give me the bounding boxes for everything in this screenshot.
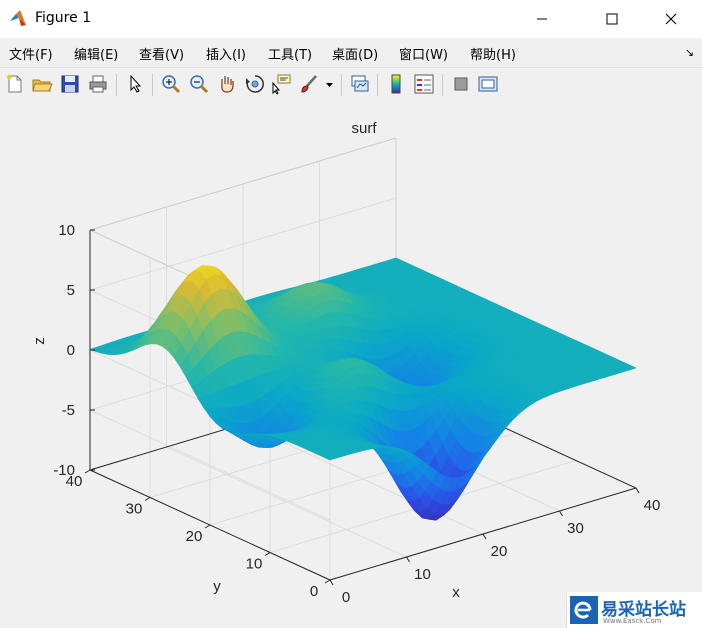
zoom-out-icon[interactable] (188, 73, 210, 95)
x-tick-label: 40 (644, 497, 661, 514)
menu-view[interactable]: 查看(V) (139, 44, 184, 63)
z-tick-label: -5 (62, 402, 75, 419)
maximize-button[interactable] (589, 0, 635, 38)
menu-desktop[interactable]: 桌面(D) (332, 44, 378, 63)
z-axis-label: z (31, 337, 48, 345)
y-tick-label: 20 (186, 528, 203, 545)
data-cursor-icon[interactable] (270, 73, 292, 95)
matlab-logo-icon (10, 10, 26, 26)
toolbar-separator (377, 74, 378, 96)
minimize-button[interactable] (519, 0, 565, 38)
pointer-icon[interactable] (124, 73, 146, 95)
menu-insert[interactable]: 插入(I) (206, 44, 246, 63)
y-tick-label: 0 (310, 583, 318, 600)
rotate-3d-icon[interactable] (244, 73, 266, 95)
x-tick (482, 533, 487, 540)
toolbar-separator (341, 74, 342, 96)
e-logo-icon (570, 596, 598, 624)
surface-mesh (89, 257, 637, 521)
brush-dropdown-icon[interactable] (325, 82, 334, 88)
y-tick-label: 10 (246, 556, 263, 573)
x-tick-label: 10 (414, 566, 431, 583)
menu-bar: 文件(F) 编辑(E) 查看(V) 插入(I) 工具(T) 桌面(D) 窗口(W… (0, 38, 702, 67)
hide-plot-tools-icon[interactable] (450, 73, 472, 95)
minimize-icon (537, 18, 547, 20)
x-tick (329, 579, 334, 586)
y-axis-label: y (213, 578, 221, 595)
chart-title: surf (351, 120, 377, 137)
new-figure-icon[interactable] (4, 73, 26, 95)
colorbar-icon[interactable] (385, 73, 407, 95)
menu-edit[interactable]: 编辑(E) (74, 44, 118, 63)
window-title: Figure 1 (35, 10, 92, 26)
menu-tools[interactable]: 工具(T) (268, 44, 312, 63)
save-icon[interactable] (59, 73, 81, 95)
open-icon[interactable] (31, 73, 53, 95)
y-tick (324, 579, 331, 584)
x-tick-label: 20 (491, 543, 508, 560)
toolbar-separator (442, 74, 443, 96)
z-tick-label: 10 (58, 222, 75, 239)
dock-arrow-icon[interactable]: ↘ (685, 46, 694, 59)
maximize-icon (606, 13, 618, 25)
watermark: 易采站长站 Www.Easck.Com (566, 592, 702, 628)
y-tick (264, 552, 271, 556)
figure-canvas: 0 10 20 30 40 0 10 20 30 40 -10 -5 0 5 10 surf x y z 易… (0, 102, 702, 628)
print-icon[interactable] (87, 73, 109, 95)
x-tick (559, 510, 563, 517)
y-tick (84, 469, 91, 474)
y-tick (204, 524, 211, 529)
x-tick (635, 487, 640, 494)
zoom-in-icon[interactable] (160, 73, 182, 95)
brush-icon[interactable] (298, 73, 320, 95)
x-tick (406, 556, 410, 563)
figure-toolbar (0, 67, 702, 103)
surface-plot[interactable]: 010203040010203040-10-50510 surf x y z (0, 102, 702, 628)
y-tick (144, 497, 151, 501)
legend-icon[interactable] (413, 73, 435, 95)
z-tick-label: -10 (53, 462, 75, 479)
x-tick-label: 0 (342, 589, 350, 606)
toolbar-separator (152, 74, 153, 96)
menu-file[interactable]: 文件(F) (9, 44, 53, 63)
toolbar-separator (116, 74, 117, 96)
title-bar: Figure 1 (0, 0, 702, 38)
watermark-subtext: Www.Easck.Com (603, 617, 662, 625)
x-axis-label: x (452, 584, 460, 601)
show-plot-tools-icon[interactable] (477, 73, 499, 95)
y-tick-label: 30 (126, 501, 143, 518)
close-button[interactable] (648, 0, 694, 38)
z-tick-label: 5 (67, 282, 75, 299)
link-plot-icon[interactable] (349, 73, 371, 95)
close-icon (665, 13, 677, 25)
z-tick-label: 0 (67, 342, 75, 359)
menu-window[interactable]: 窗口(W) (399, 44, 448, 63)
pan-icon[interactable] (216, 73, 238, 95)
menu-help[interactable]: 帮助(H) (470, 44, 516, 63)
x-tick-label: 30 (567, 520, 584, 537)
